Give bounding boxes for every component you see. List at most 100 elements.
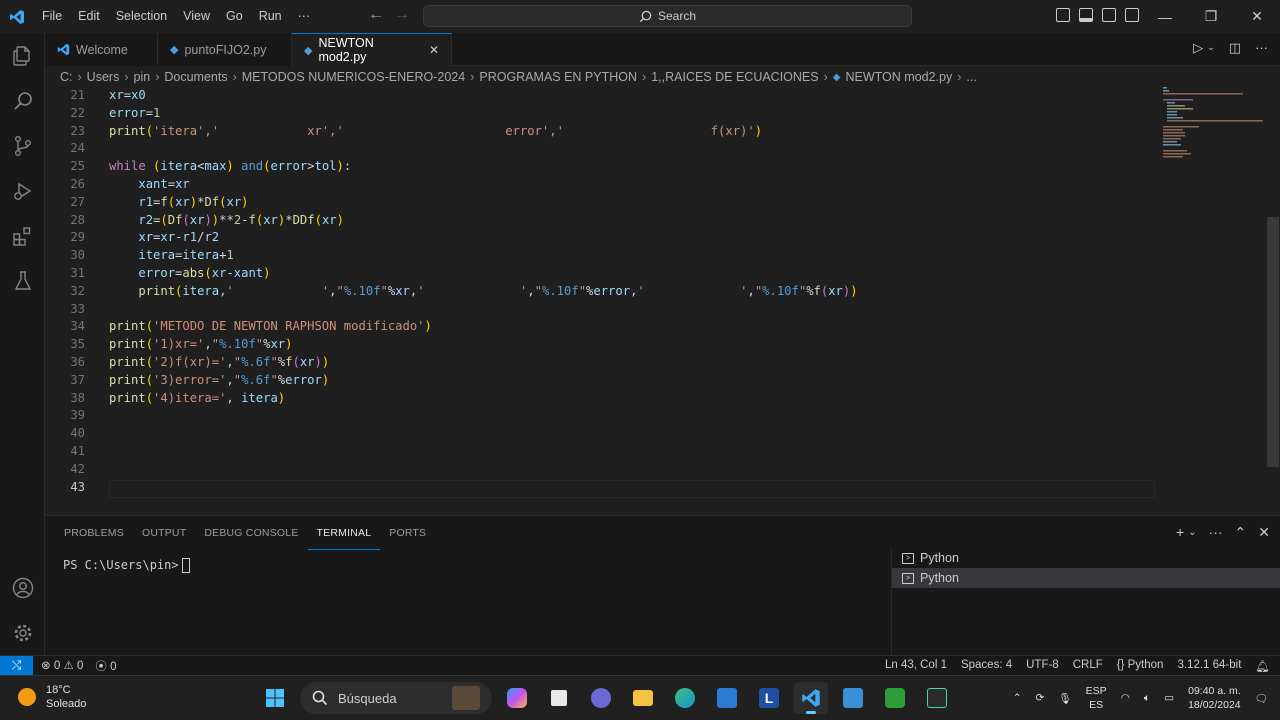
taskbar-search[interactable]: Búsqueda xyxy=(300,682,492,714)
breadcrumb-item[interactable]: C: xyxy=(60,70,73,84)
terminal-area[interactable]: PS C:\Users\pin> xyxy=(63,558,190,573)
close-window-icon[interactable]: ✕ xyxy=(1234,0,1280,33)
photos-icon[interactable] xyxy=(836,682,870,714)
cursor-position[interactable]: Ln 43, Col 1 xyxy=(885,659,947,673)
taskbar-search-placeholder: Búsqueda xyxy=(338,690,397,706)
breadcrumb-item[interactable]: ... xyxy=(966,70,976,84)
tab-puntofijo2[interactable]: ◆ puntoFIJO2.py xyxy=(158,33,292,66)
scrollbar-thumb[interactable] xyxy=(1267,217,1279,467)
forward-arrow-icon[interactable]: → xyxy=(394,6,410,24)
editor-scrollbar[interactable] xyxy=(1266,87,1280,512)
vscode-taskbar-icon[interactable] xyxy=(794,682,828,714)
indentation[interactable]: Spaces: 4 xyxy=(961,659,1012,673)
breadcrumb-item[interactable]: 1,,RAICES DE ECUACIONES xyxy=(651,70,818,84)
battery-icon[interactable]: ▭ xyxy=(1164,692,1174,704)
code-editor[interactable]: 21 xr=x0 22 error=1 23 print('itera',' xr',… xyxy=(45,87,1155,512)
command-center-search[interactable]: Search xyxy=(423,5,912,27)
ports-status[interactable]: ⦿ 0 xyxy=(95,658,116,674)
run-debug-icon[interactable] xyxy=(0,168,45,213)
python-interpreter[interactable]: 3.12.1 64-bit xyxy=(1177,659,1241,673)
chat-icon[interactable] xyxy=(584,682,618,714)
panel-tab-debug-console[interactable]: DEBUG CONSOLE xyxy=(195,524,307,550)
terminal-icon: > xyxy=(902,572,914,584)
panel-tab-ports[interactable]: PORTS xyxy=(380,524,435,550)
wifi-icon[interactable]: ◠ xyxy=(1121,692,1130,704)
code-line: 21 xr=x0 xyxy=(70,88,146,102)
tab-newton-mod2[interactable]: ◆ NEWTON mod2.py ✕ xyxy=(292,33,452,66)
microphone-icon[interactable]: 🎙︎ xyxy=(1058,692,1071,705)
terminal-list-item[interactable]: > Python xyxy=(892,548,1280,568)
extensions-icon[interactable] xyxy=(0,213,45,258)
task-view-icon[interactable] xyxy=(542,682,576,714)
search-sidebar-icon[interactable] xyxy=(0,78,45,123)
panel-tab-problems[interactable]: PROBLEMS xyxy=(55,524,133,550)
testing-flask-icon[interactable] xyxy=(0,258,45,303)
start-windows-icon[interactable] xyxy=(258,682,292,714)
language-mode[interactable]: {} Python xyxy=(1117,659,1164,673)
customize-layout-icon[interactable] xyxy=(1125,8,1139,22)
menu-edit[interactable]: Edit xyxy=(70,0,108,33)
restore-icon[interactable]: ❐ xyxy=(1188,0,1234,33)
panel-tab-output[interactable]: OUTPUT xyxy=(133,524,195,550)
copilot-icon[interactable] xyxy=(500,682,534,714)
terminal-app-icon[interactable] xyxy=(920,682,954,714)
menu-selection[interactable]: Selection xyxy=(108,0,175,33)
temperature: 18°C xyxy=(46,684,71,696)
breadcrumb-item[interactable]: PROGRAMAS EN PYTHON xyxy=(479,70,637,84)
menu-view[interactable]: View xyxy=(175,0,218,33)
sync-icon[interactable]: ⟳ xyxy=(1036,692,1045,704)
toggle-panel-icon[interactable] xyxy=(1079,8,1093,22)
terminal-prompt-text: PS C:\Users\pin> xyxy=(63,558,179,572)
panel-more-icon[interactable]: ··· xyxy=(1209,524,1223,541)
new-terminal-plus-icon[interactable]: + xyxy=(1176,524,1184,541)
microsoft-store-icon[interactable] xyxy=(710,682,744,714)
volume-icon[interactable]: 🔈︎ xyxy=(1144,692,1150,705)
menu-go[interactable]: Go xyxy=(218,0,251,33)
menu-more[interactable]: ··· xyxy=(290,0,319,33)
breadcrumb-item[interactable]: NEWTON mod2.py xyxy=(845,70,952,84)
source-control-icon[interactable] xyxy=(0,123,45,168)
breadcrumb-item[interactable]: Documents xyxy=(164,70,227,84)
run-file-icon[interactable]: ▷ xyxy=(1193,40,1203,56)
search-icon xyxy=(312,690,328,706)
manage-gear-icon[interactable] xyxy=(0,610,45,655)
minimize-icon[interactable]: — xyxy=(1142,0,1188,33)
more-actions-icon[interactable]: ··· xyxy=(1255,40,1268,56)
xbox-icon[interactable] xyxy=(878,682,912,714)
edge-browser-icon[interactable] xyxy=(668,682,702,714)
split-editor-icon[interactable]: ◫ xyxy=(1229,40,1241,56)
notification-center-icon[interactable]: 🗨︎ xyxy=(1255,692,1268,705)
file-explorer-icon[interactable] xyxy=(626,682,660,714)
menu-run[interactable]: Run xyxy=(251,0,290,33)
problems-status[interactable]: ⊗ 0 ⚠ 0 xyxy=(41,658,83,674)
terminal-list-item[interactable]: > Python xyxy=(892,568,1280,588)
back-arrow-icon[interactable]: ← xyxy=(368,6,384,24)
toggle-secondary-sidebar-icon[interactable] xyxy=(1102,8,1116,22)
maximize-panel-chevron-up-icon[interactable]: ⌃ xyxy=(1235,524,1247,541)
toggle-sidebar-icon[interactable] xyxy=(1056,8,1070,22)
account-icon[interactable] xyxy=(0,565,45,610)
remote-indicator-icon[interactable]: ⤭ xyxy=(0,655,33,676)
explorer-icon[interactable] xyxy=(0,33,45,78)
close-panel-icon[interactable]: ✕ xyxy=(1258,524,1270,541)
panel-tab-terminal[interactable]: TERMINAL xyxy=(307,524,381,550)
breadcrumb-item[interactable]: pin xyxy=(134,70,151,84)
breadcrumb-item[interactable]: METODOS NUMERICOS-ENERO-2024 xyxy=(242,70,465,84)
run-dropdown-chevron-icon[interactable]: ⌄ xyxy=(1207,42,1215,56)
encoding[interactable]: UTF-8 xyxy=(1026,659,1059,673)
menu-file[interactable]: File xyxy=(34,0,70,33)
clock[interactable]: 09:40 a. m. 18/02/2024 xyxy=(1188,684,1241,712)
end-of-line[interactable]: CRLF xyxy=(1073,659,1103,673)
chevron-up-icon[interactable]: ⌃ xyxy=(1013,692,1022,704)
code-line: 23 print('itera',' xr',' error',' f(xr)') xyxy=(70,123,763,138)
minimap[interactable] xyxy=(1155,87,1265,512)
input-language[interactable]: ESP ES xyxy=(1086,684,1107,712)
code-line: 43 xyxy=(70,479,85,494)
breadcrumb-item[interactable]: Users xyxy=(87,70,120,84)
tab-welcome[interactable]: Welcome xyxy=(45,33,158,66)
weather-widget[interactable]: 18°C Soleado xyxy=(18,683,86,711)
notifications-bell-icon[interactable]: 🔔︎ xyxy=(1255,659,1270,673)
terminal-dropdown-chevron-icon[interactable]: ⌄ xyxy=(1188,527,1196,541)
l-app-icon[interactable]: L xyxy=(752,682,786,714)
close-tab-icon[interactable]: ✕ xyxy=(429,43,439,57)
